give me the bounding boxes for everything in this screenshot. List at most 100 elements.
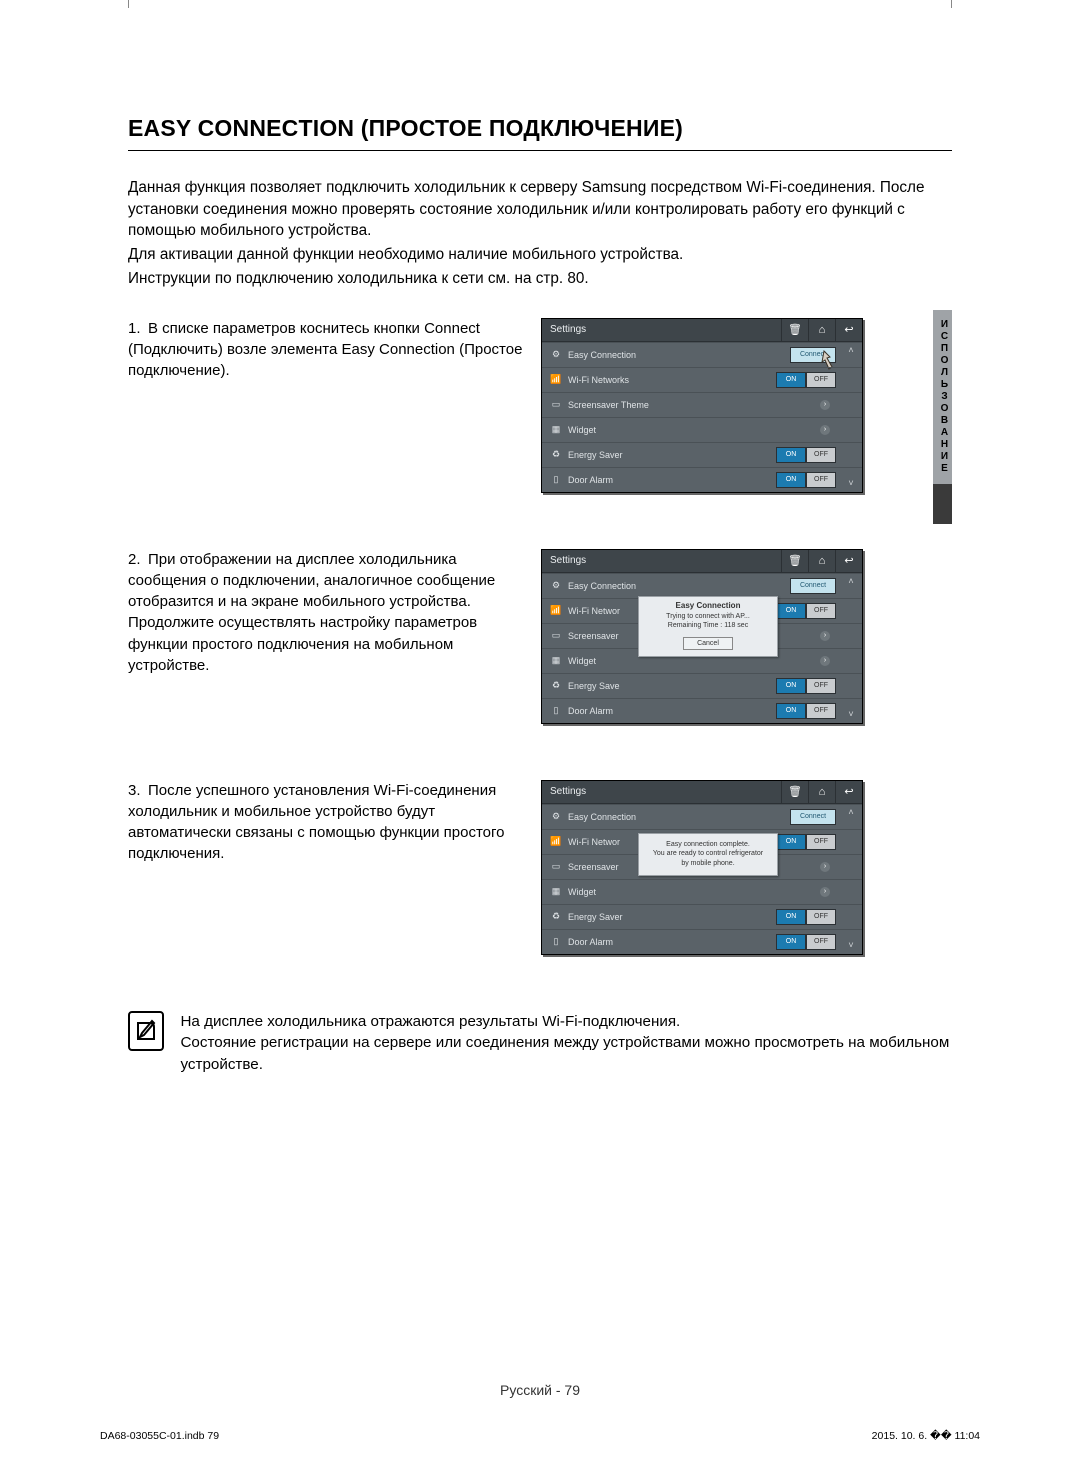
trash-icon[interactable]: 🗑 bbox=[781, 550, 808, 572]
popup-title: Easy Connection bbox=[639, 597, 777, 612]
leaf-icon: ♻ bbox=[548, 911, 564, 922]
row-wifi[interactable]: 📶Wi-Fi NetworksONOFF bbox=[542, 367, 862, 392]
wifi-toggle[interactable]: ONOFF bbox=[776, 372, 836, 388]
panel-title: Settings bbox=[550, 324, 781, 335]
scroll-up-icon[interactable]: ˄ bbox=[848, 345, 853, 355]
panel-header: Settings 🗑 ⌂ ↩ bbox=[542, 319, 862, 342]
step-1: 1.В списке параметров коснитесь кнопки C… bbox=[128, 318, 952, 493]
chevron-right-icon[interactable]: › bbox=[820, 631, 830, 641]
chevron-right-icon[interactable]: › bbox=[820, 425, 830, 435]
side-tab: ИСПОЛЬЗОВАНИЕ bbox=[933, 310, 952, 524]
scrollbar[interactable]: ˄˅ bbox=[846, 345, 856, 488]
panel-header: Settings 🗑 ⌂ ↩ bbox=[542, 781, 862, 804]
step-3-text: 3.После успешного установления Wi-Fi-сое… bbox=[128, 780, 523, 865]
panel-title: Settings bbox=[550, 555, 781, 566]
home-icon[interactable]: ⌂ bbox=[808, 319, 835, 341]
screen-icon: ▭ bbox=[548, 861, 564, 872]
connecting-popup: Easy Connection Trying to connect with A… bbox=[638, 596, 778, 658]
wifi-toggle[interactable]: ONOFF bbox=[776, 834, 836, 850]
row-energy-saver[interactable]: ♻Energy SaveONOFF bbox=[542, 673, 862, 698]
wifi-icon: 📶 bbox=[548, 605, 564, 616]
leaf-icon: ♻ bbox=[548, 449, 564, 460]
wifi-icon: 📶 bbox=[548, 836, 564, 847]
page-content: EASY CONNECTION (ПРОСТОЕ ПОДКЛЮЧЕНИЕ) Да… bbox=[128, 115, 952, 1075]
panel-title: Settings bbox=[550, 786, 781, 797]
scroll-up-icon[interactable]: ˄ bbox=[848, 576, 853, 586]
note-icon bbox=[128, 1011, 164, 1051]
row-door-alarm[interactable]: ▯Door AlarmONOFF bbox=[542, 929, 862, 954]
door-toggle[interactable]: ONOFF bbox=[776, 472, 836, 488]
page-number: Русский - 79 bbox=[0, 1382, 1080, 1398]
gear-icon: ⚙ bbox=[548, 580, 564, 591]
trash-icon[interactable]: 🗑 bbox=[781, 319, 808, 341]
row-easy-connection[interactable]: ⚙Easy ConnectionConnect bbox=[542, 573, 862, 598]
panel-header: Settings 🗑 ⌂ ↩ bbox=[542, 550, 862, 573]
energy-toggle[interactable]: ONOFF bbox=[776, 678, 836, 694]
step-2-screenshot: Settings 🗑 ⌂ ↩ ⚙Easy ConnectionConnect 📶… bbox=[541, 549, 863, 724]
gear-icon: ⚙ bbox=[548, 349, 564, 360]
wifi-icon: 📶 bbox=[548, 374, 564, 385]
title-rule bbox=[128, 150, 952, 151]
side-tab-label: ИСПОЛЬЗОВАНИЕ bbox=[933, 310, 952, 484]
row-easy-connection[interactable]: ⚙Easy ConnectionConnect bbox=[542, 804, 862, 829]
door-icon: ▯ bbox=[548, 936, 564, 947]
popup-message: Trying to connect with AP...Remaining Ti… bbox=[639, 612, 777, 638]
row-widget[interactable]: ▦Widget› bbox=[542, 879, 862, 904]
widget-icon: ▦ bbox=[548, 655, 564, 666]
chevron-right-icon[interactable]: › bbox=[820, 656, 830, 666]
intro-p1: Данная функция позволяет подключить холо… bbox=[128, 177, 952, 242]
settings-panel-3: Settings 🗑 ⌂ ↩ ⚙Easy ConnectionConnect 📶… bbox=[541, 780, 863, 955]
popup-message: Easy connection complete.You are ready t… bbox=[639, 834, 777, 875]
intro-p3: Инструкции по подключению холодильника к… bbox=[128, 268, 952, 290]
side-tab-dark bbox=[933, 484, 952, 524]
note-text: На дисплее холодильника отражаются резул… bbox=[180, 1011, 952, 1076]
back-icon[interactable]: ↩ bbox=[835, 781, 862, 803]
step-2: 2.При отображении на дисплее холодильник… bbox=[128, 549, 952, 724]
connect-button[interactable]: Connect bbox=[790, 809, 836, 825]
back-icon[interactable]: ↩ bbox=[835, 319, 862, 341]
widget-icon: ▦ bbox=[548, 886, 564, 897]
trash-icon[interactable]: 🗑 bbox=[781, 781, 808, 803]
connect-button[interactable]: Connect bbox=[790, 578, 836, 594]
chevron-right-icon[interactable]: › bbox=[820, 862, 830, 872]
footer-right: 2015. 10. 6. �� 11:04 bbox=[872, 1430, 980, 1442]
settings-panel-1: Settings 🗑 ⌂ ↩ ⚙Easy ConnectionConnect 📶… bbox=[541, 318, 863, 493]
home-icon[interactable]: ⌂ bbox=[808, 781, 835, 803]
row-energy-saver[interactable]: ♻Energy SaverONOFF bbox=[542, 442, 862, 467]
scroll-down-icon[interactable]: ˅ bbox=[848, 478, 853, 488]
energy-toggle[interactable]: ONOFF bbox=[776, 447, 836, 463]
chevron-right-icon[interactable]: › bbox=[820, 887, 830, 897]
scroll-down-icon[interactable]: ˅ bbox=[848, 709, 853, 719]
scrollbar[interactable]: ˄˅ bbox=[846, 807, 856, 950]
note-block: На дисплее холодильника отражаются резул… bbox=[128, 1011, 952, 1076]
scroll-down-icon[interactable]: ˅ bbox=[848, 940, 853, 950]
scrollbar[interactable]: ˄˅ bbox=[846, 576, 856, 719]
door-icon: ▯ bbox=[548, 705, 564, 716]
step-3-screenshot: Settings 🗑 ⌂ ↩ ⚙Easy ConnectionConnect 📶… bbox=[541, 780, 863, 955]
door-toggle[interactable]: ONOFF bbox=[776, 703, 836, 719]
step-1-screenshot: Settings 🗑 ⌂ ↩ ⚙Easy ConnectionConnect 📶… bbox=[541, 318, 863, 493]
energy-toggle[interactable]: ONOFF bbox=[776, 909, 836, 925]
steps-list: 1.В списке параметров коснитесь кнопки C… bbox=[128, 318, 952, 955]
back-icon[interactable]: ↩ bbox=[835, 550, 862, 572]
row-easy-connection[interactable]: ⚙Easy ConnectionConnect bbox=[542, 342, 862, 367]
door-toggle[interactable]: ONOFF bbox=[776, 934, 836, 950]
settings-panel-2: Settings 🗑 ⌂ ↩ ⚙Easy ConnectionConnect 📶… bbox=[541, 549, 863, 724]
row-energy-saver[interactable]: ♻Energy SaverONOFF bbox=[542, 904, 862, 929]
chevron-right-icon[interactable]: › bbox=[820, 400, 830, 410]
leaf-icon: ♻ bbox=[548, 680, 564, 691]
wifi-toggle[interactable]: ONOFF bbox=[776, 603, 836, 619]
row-door-alarm[interactable]: ▯Door AlarmONOFF bbox=[542, 698, 862, 723]
row-screensaver[interactable]: ▭Screensaver Theme› bbox=[542, 392, 862, 417]
row-door-alarm[interactable]: ▯Door AlarmONOFF bbox=[542, 467, 862, 492]
scroll-up-icon[interactable]: ˄ bbox=[848, 807, 853, 817]
gear-icon: ⚙ bbox=[548, 811, 564, 822]
step-2-text: 2.При отображении на дисплее холодильник… bbox=[128, 549, 523, 677]
row-widget[interactable]: ▦Widget› bbox=[542, 417, 862, 442]
home-icon[interactable]: ⌂ bbox=[808, 550, 835, 572]
widget-icon: ▦ bbox=[548, 424, 564, 435]
screen-icon: ▭ bbox=[548, 399, 564, 410]
footer-left: DA68-03055C-01.indb 79 bbox=[100, 1430, 219, 1442]
cancel-button[interactable]: Cancel bbox=[683, 637, 733, 650]
step-1-text: 1.В списке параметров коснитесь кнопки C… bbox=[128, 318, 523, 382]
